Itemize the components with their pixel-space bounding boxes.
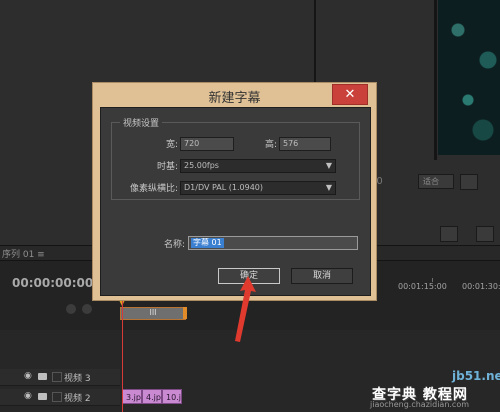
timeline-clip[interactable]: 3.jp [122,389,142,404]
track-name: 视频 2 [64,394,91,404]
title-name-value: 字幕 01 [191,238,224,248]
video-settings-group: 视频设置 宽: 720 高: 576 时基: 25.00fps ▼ 像素纵横比:… [111,116,360,200]
watermark-url: jiaocheng.chazidian.com [370,400,470,409]
title-name-input[interactable]: 字幕 01 [188,236,358,250]
marker-icon[interactable] [82,304,92,314]
snap-icon[interactable] [66,304,76,314]
name-label: 名称: [163,240,185,250]
timebase-dropdown[interactable]: 25.00fps ▼ [180,159,336,173]
timebase-label: 时基: [156,162,178,172]
pixel-aspect-label: 像素纵横比: [129,184,178,194]
pixel-aspect-dropdown[interactable]: D1/DV PAL (1.0940) ▼ [180,181,336,195]
track-header-video-2: ◉ 视频 2 [0,389,120,406]
panel-divider [434,0,437,160]
monitor-control-button[interactable] [440,226,458,242]
cancel-button[interactable]: 取消 [291,268,353,284]
width-field[interactable]: 720 [180,137,234,151]
lock-toggle[interactable] [52,372,62,382]
group-label: 视频设置 [120,116,163,129]
ruler-label: 00:01:15:00 [398,282,447,291]
playhead-line [122,300,123,412]
chevron-down-icon: ▼ [325,183,332,192]
timeline-toolbar [60,302,120,316]
timeline-clip[interactable]: 10.j [162,389,182,404]
new-title-dialog: 新建字幕 ✕ 视频设置 宽: 720 高: 576 时基: 25.00fps ▼… [92,82,377,301]
monitor-settings-button[interactable] [460,174,478,190]
pixel-aspect-value: D1/DV PAL (1.0940) [184,183,263,192]
width-label: 宽: [165,140,178,150]
eye-icon[interactable]: ◉ [24,372,34,381]
track-name: 视频 3 [64,374,91,384]
track-header-video-3: ◉ 视频 3 [0,369,120,386]
height-field[interactable]: 576 [279,137,331,151]
time-ruler[interactable]: 00:01:15:00 00:01:30:00 [370,278,500,296]
program-preview-image [438,0,500,155]
film-icon[interactable] [38,393,47,400]
sequence-timecode[interactable]: 00:00:00:00 [12,276,93,290]
eye-icon[interactable]: ◉ [24,392,34,401]
work-area-bar[interactable]: III [120,307,186,320]
timeline-clip[interactable]: 4.jp [142,389,162,404]
close-button[interactable]: ✕ [332,84,368,105]
chevron-down-icon: ▼ [325,161,332,170]
ruler-label: 00:01:30:00 [462,282,500,291]
timebase-value: 25.00fps [184,161,219,170]
tab-sequence-01[interactable]: 序列 01 ≡ [2,247,45,260]
annotation-arrow-icon [235,276,256,342]
work-area-end-handle[interactable] [183,307,187,319]
watermark-site: jb51.net [452,369,500,383]
fit-dropdown[interactable]: 适合 [418,174,454,189]
lock-toggle[interactable] [52,392,62,402]
film-icon[interactable] [38,373,47,380]
monitor-export-button[interactable] [476,226,494,242]
dialog-body: 视频设置 宽: 720 高: 576 时基: 25.00fps ▼ 像素纵横比:… [100,107,371,296]
height-label: 高: [264,140,277,150]
